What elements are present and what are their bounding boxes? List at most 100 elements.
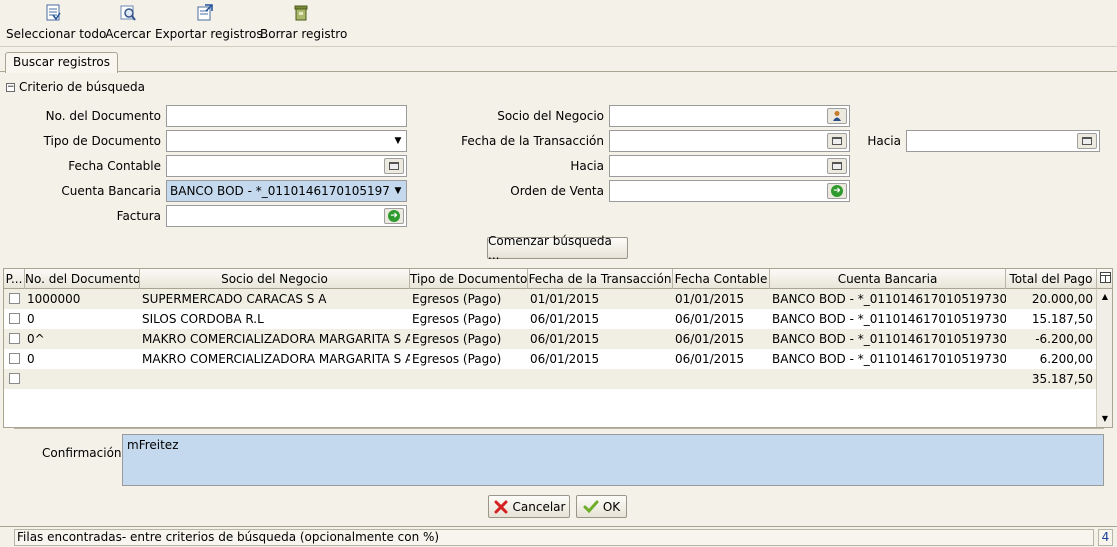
collapse-icon[interactable]: − [6,83,15,92]
col-header-process[interactable]: P... [4,269,25,289]
to-date-field-acct[interactable] [609,155,850,177]
lookup-go-icon[interactable]: ➜ [384,208,404,224]
col-header-bpartner[interactable]: Socio del Negocio [140,269,410,289]
chevron-down-icon[interactable]: ▼ [390,131,406,151]
magnifier-icon [120,5,136,21]
ok-button[interactable]: OK [576,495,627,518]
acct-date-field[interactable] [166,155,407,177]
zoom-button[interactable]: Acercar [105,4,151,46]
cell-total: 20.000,00 [1031,292,1093,306]
toolbar: Seleccionar todo Acercar Exportar regist… [0,0,1117,47]
tab-search-records[interactable]: Buscar registros [5,52,119,73]
trx-date-field[interactable] [609,130,850,152]
column-chooser-icon[interactable] [1097,269,1112,289]
cancel-button[interactable]: Cancelar [488,495,570,518]
confirmation-textarea[interactable]: mFreitez [122,434,1104,486]
calendar-icon[interactable] [384,158,404,174]
cell-trx-date: 01/01/2015 [530,292,600,306]
cell-acct-date: 06/01/2015 [675,312,745,326]
cell-bank: BANCO BOD - *_0110146170105197307 [772,292,1006,306]
person-icon[interactable] [827,108,847,124]
cell-doc-type: Egresos (Pago) [412,352,502,366]
col-header-trx-date[interactable]: Fecha de la Transacción [528,269,673,289]
start-search-button[interactable]: Comenzar búsqueda ... [487,234,628,262]
trash-icon [294,5,308,21]
cell-doc-no: 1000000 [27,292,81,306]
calendar-icon[interactable] [827,158,847,174]
cell-bank: BANCO BOD - *_0110146170105197307 [772,312,1006,326]
doc-no-field[interactable] [166,105,407,127]
zoom-label: Acercar [105,27,151,41]
cell-total: 6.200,00 [1039,352,1093,366]
cell-doc-type: Egresos (Pago) [412,332,502,346]
to-date-field-trx[interactable] [906,130,1100,152]
cell-total: 15.187,50 [1031,312,1093,326]
sales-order-field[interactable]: ➜ [609,180,850,202]
doc-no-label: No. del Documento [45,109,161,123]
col-header-doc-no[interactable]: No. del Documento [25,269,140,289]
grand-total: 35.187,50 [1031,372,1093,386]
ok-label: OK [602,499,621,514]
cancel-label: Cancelar [512,499,566,514]
delete-record-button[interactable]: Borrar registro [260,4,347,46]
chevron-down-icon[interactable]: ▼ [390,181,406,201]
status-bar: Filas encontradas- entre criterios de bú… [0,526,1117,547]
table-row[interactable]: 1000000 SUPERMERCADO CARACAS S A Egresos… [4,289,1097,309]
table-row[interactable]: 0 MAKRO COMERCIALIZADORA MARGARITA S A E… [4,349,1097,369]
row-checkbox[interactable] [9,293,20,304]
table-row[interactable]: 0 SILOS CORDOBA R.L Egresos (Pago) 06/01… [4,309,1097,329]
cell-total: -6.200,00 [1035,332,1093,346]
export-button[interactable]: Exportar registros [155,4,263,46]
col-header-acct-date[interactable]: Fecha Contable [673,269,770,289]
cell-bpartner: SUPERMERCADO CARACAS S A [142,292,327,306]
row-checkbox[interactable] [9,313,20,324]
cell-bank: BANCO BOD - *_0110146170105197307 [772,332,1006,346]
col-header-bank[interactable]: Cuenta Bancaria [770,269,1006,289]
criteria-group-header[interactable]: − Criterio de búsqueda [6,80,145,98]
row-checkbox[interactable] [9,353,20,364]
col-header-doc-type[interactable]: Tipo de Documento [410,269,528,289]
cancel-x-icon [494,500,508,513]
row-checkbox[interactable] [9,373,20,384]
cell-bank: BANCO BOD - *_0110146170105197307 [772,352,1006,366]
cell-doc-no: 0 [27,312,35,326]
lookup-go-icon[interactable]: ➜ [827,183,847,199]
select-all-label: Seleccionar todo [6,27,107,41]
select-all-icon [46,4,61,21]
cell-bpartner: SILOS CORDOBA R.L [142,312,264,326]
table-row[interactable]: 0^ MAKRO COMERCIALIZADORA MARGARITA S A … [4,329,1097,349]
cell-doc-type: Egresos (Pago) [412,312,502,326]
scroll-up-icon[interactable]: ▲ [1098,290,1112,304]
row-checkbox[interactable] [9,333,20,344]
doc-type-select[interactable]: ▼ [166,130,407,152]
bank-account-value: BANCO BOD - *_0110146170105197307 [170,184,407,198]
cell-trx-date: 06/01/2015 [530,312,600,326]
status-row-count: 4 [1098,529,1113,546]
trx-date-label: Fecha de la Transacción [461,134,604,148]
tab-strip: Buscar registros [0,48,1117,73]
tab-search-records-label: Buscar registros [13,55,111,69]
cell-doc-no: 0^ [27,332,45,346]
col-header-total[interactable]: Total del Pago [1006,269,1097,289]
calendar-icon[interactable] [827,133,847,149]
select-all-button[interactable]: Seleccionar todo [6,4,107,46]
invoice-field[interactable]: ➜ [166,205,407,227]
grid-vertical-scrollbar[interactable]: ▲ ▼ [1096,289,1112,427]
checkmark-icon [583,500,599,513]
acct-date-label: Fecha Contable [68,159,161,173]
status-message: Filas encontradas- entre criterios de bú… [14,529,1094,546]
sales-order-label: Orden de Venta [510,184,604,198]
cell-bpartner: MAKRO COMERCIALIZADORA MARGARITA S A [142,332,410,346]
calendar-icon[interactable] [1077,133,1097,149]
grid-header: P... No. del Documento Socio del Negocio… [4,269,1112,289]
divider [14,428,1104,429]
cell-doc-no: 0 [27,352,35,366]
cell-trx-date: 06/01/2015 [530,352,600,366]
start-search-label: Comenzar búsqueda ... [488,234,612,262]
bpartner-field[interactable] [609,105,850,127]
cell-acct-date: 06/01/2015 [675,332,745,346]
scroll-down-icon[interactable]: ▼ [1098,412,1112,426]
bpartner-label: Socio del Negocio [497,109,604,123]
bank-account-select[interactable]: BANCO BOD - *_0110146170105197307 ▼ [166,180,407,202]
bank-account-label: Cuenta Bancaria [61,184,161,198]
